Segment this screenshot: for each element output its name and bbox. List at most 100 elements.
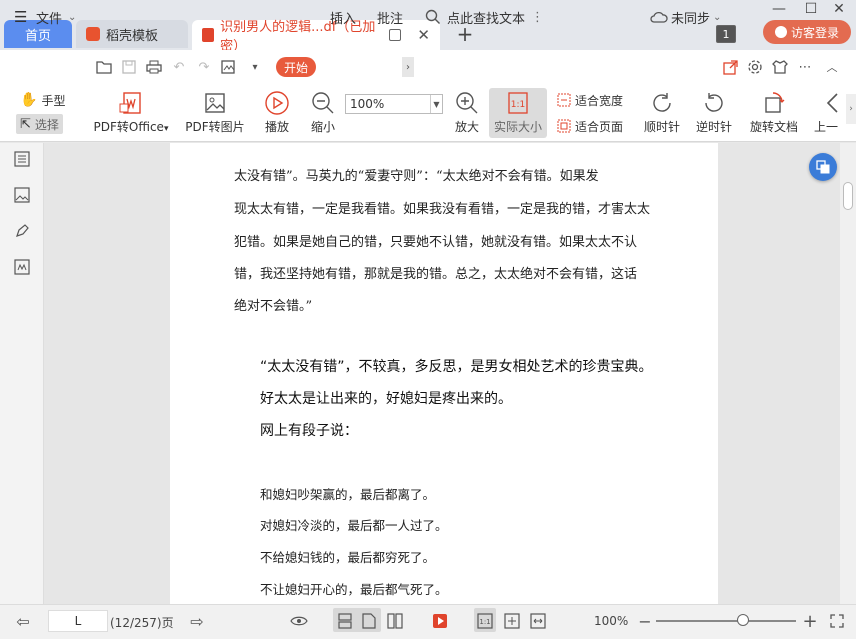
login-button[interactable]: 访客登录	[763, 20, 851, 44]
window-count-value: 1	[722, 27, 730, 41]
chevron-left-icon	[826, 93, 838, 113]
actual-size-status-icon[interactable]: 1:1	[476, 612, 494, 630]
annotation-icon[interactable]	[14, 223, 30, 239]
actual-size-button[interactable]: 1:1 实际大小	[489, 84, 547, 142]
thumbnail-icon[interactable]	[14, 187, 30, 203]
signature-icon[interactable]	[14, 259, 30, 275]
text-line: 不让媳妇开心的，最后都气死了。	[260, 582, 448, 597]
save-icon[interactable]	[121, 59, 137, 75]
pdf-to-image-button[interactable]: PDF转图片	[184, 84, 246, 142]
zoom-slider-track[interactable]	[656, 620, 796, 622]
tab-start[interactable]: 开始	[276, 57, 316, 77]
text-line: 犯错。如果是她自己的错，只要她不认错，她就没有错。如果太太不认	[234, 235, 638, 250]
outline-icon[interactable]	[14, 151, 30, 167]
chevron-down-icon[interactable]: ▼	[430, 95, 442, 113]
chevron-right-icon[interactable]: ›	[402, 57, 414, 77]
fullscreen-icon[interactable]	[828, 612, 846, 630]
text-line: 和媳妇吵架赢的，最后都离了。	[260, 487, 436, 502]
file-menu[interactable]: 文件 ⌄	[36, 0, 76, 34]
text-line: 现太太有错，一定是我看错。如果我没有看错，一定是我的错，才害太太	[234, 202, 651, 217]
skin-icon[interactable]	[772, 59, 788, 75]
zoom-select[interactable]: 100% ▼	[345, 94, 443, 114]
tab-insert-label: 插入	[330, 11, 357, 27]
tab-annotate-label: 批注	[377, 11, 404, 27]
page-info: (12/257)页	[110, 616, 174, 630]
fit-width-button[interactable]: 适合宽度	[557, 90, 623, 110]
more-chevron-icon[interactable]: ▾	[247, 59, 263, 75]
vertical-scrollbar[interactable]	[840, 143, 856, 604]
zoom-in-button[interactable]: 放大	[450, 84, 484, 142]
fit-page-status-icon[interactable]	[503, 612, 521, 630]
page-number-input[interactable]: L	[48, 610, 108, 632]
tab-annotate[interactable]: 批注	[377, 0, 403, 34]
zoom-plus-icon[interactable]: +	[801, 611, 819, 632]
zoom-percent: 100%	[594, 614, 629, 628]
share-icon[interactable]	[722, 59, 738, 75]
minimize-icon[interactable]: —	[766, 0, 792, 18]
tab-insert[interactable]: 插入	[330, 0, 356, 34]
scrollbar-thumb[interactable]	[843, 182, 853, 210]
pdf-to-image-label: PDF转图片	[185, 120, 245, 134]
tab-template-label: 稻壳模板	[106, 28, 159, 44]
actual-size-label: 实际大小	[493, 120, 542, 134]
rotate-doc-icon	[765, 92, 785, 113]
chevron-down-icon: ⌄	[68, 11, 77, 23]
sync-status[interactable]: 未同步 ⌄	[650, 0, 721, 34]
continuous-page-icon[interactable]	[360, 612, 378, 630]
gear-icon[interactable]	[747, 59, 763, 75]
rotate-ccw-icon	[705, 93, 723, 112]
prev-page-arrow-icon[interactable]: ⇦	[14, 612, 32, 631]
two-page-icon[interactable]	[386, 612, 404, 630]
docer-logo-icon	[86, 27, 100, 41]
text-line: 好太太是让出来的，好媳妇是疼出来的。	[260, 391, 512, 407]
undo-icon[interactable]: ↶	[171, 59, 187, 75]
chevron-down-icon: ⌄	[713, 11, 722, 23]
rotate-ccw-button[interactable]: 逆时针	[694, 84, 734, 142]
close-window-icon[interactable]: ✕	[826, 0, 852, 18]
search-box[interactable]: 点此查找文本 ⋮	[425, 0, 544, 34]
print-icon[interactable]	[146, 59, 162, 75]
maximize-icon[interactable]: ☐	[798, 0, 824, 18]
play-slideshow-icon[interactable]	[431, 612, 449, 630]
tab-template[interactable]: 稻壳模板	[76, 20, 188, 48]
zoom-minus-icon[interactable]: −	[636, 612, 654, 631]
open-folder-icon[interactable]	[96, 59, 112, 75]
export-pdf-icon[interactable]	[221, 59, 237, 75]
eye-protect-icon[interactable]	[290, 612, 308, 630]
redo-icon[interactable]: ↷	[196, 59, 212, 75]
text-line: 绝对不会错。”	[234, 299, 313, 314]
play-button[interactable]: 播放	[260, 84, 294, 142]
more-horizontal-icon[interactable]: ⋯	[797, 59, 813, 75]
translate-float-button[interactable]	[809, 153, 837, 181]
hand-tool[interactable]: ✋ 手型	[20, 90, 65, 110]
zoom-in-label: 放大	[454, 120, 479, 134]
more-vert-icon[interactable]: ⋮	[531, 10, 544, 25]
hand-icon: ✋	[20, 92, 38, 108]
page-number-value: L	[74, 614, 82, 628]
collapse-ribbon-icon[interactable]: ︿	[824, 59, 840, 75]
zoom-out-button[interactable]: 缩小	[306, 84, 340, 142]
sync-label: 未同步	[671, 11, 711, 27]
zoom-slider-knob[interactable]	[737, 614, 749, 626]
next-page-arrow-icon[interactable]: ⇨	[188, 612, 206, 631]
rotate-cw-button[interactable]: 顺时针	[642, 84, 682, 142]
prev-page-label: 上一	[814, 120, 839, 134]
cloud-icon	[650, 11, 668, 23]
rotate-doc-button[interactable]: 旋转文档	[746, 84, 802, 142]
hand-tool-label: 手型	[41, 93, 66, 108]
prev-page-button[interactable]: 上一	[814, 84, 844, 142]
fit-page-button[interactable]: 适合页面	[557, 116, 623, 136]
play-icon	[265, 91, 289, 115]
pdf-page: 太没有错”。马英九的“爱妻守则”：“太太绝对不会有错。如果发 现太太有错，一定是…	[170, 143, 718, 604]
avatar-icon	[774, 26, 787, 38]
single-page-icon[interactable]	[336, 612, 354, 630]
select-tool[interactable]: ⇱ 选择	[16, 114, 63, 134]
pdf-to-office-button[interactable]: PDF转Office▾	[90, 84, 172, 142]
pdf-to-office-label: PDF转Office	[93, 120, 164, 134]
document-viewport[interactable]: 太没有错”。马英九的“爱妻守则”：“太太绝对不会有错。如果发 现太太有错，一定是…	[44, 143, 840, 604]
text-line: 不给媳妇钱的，最后都穷死了。	[260, 550, 436, 565]
fit-width-icon	[557, 93, 571, 107]
hamburger-icon[interactable]: ☰	[14, 0, 27, 34]
ribbon-scroll-right[interactable]: ›	[846, 94, 856, 124]
fit-width-status-icon[interactable]	[529, 612, 547, 630]
